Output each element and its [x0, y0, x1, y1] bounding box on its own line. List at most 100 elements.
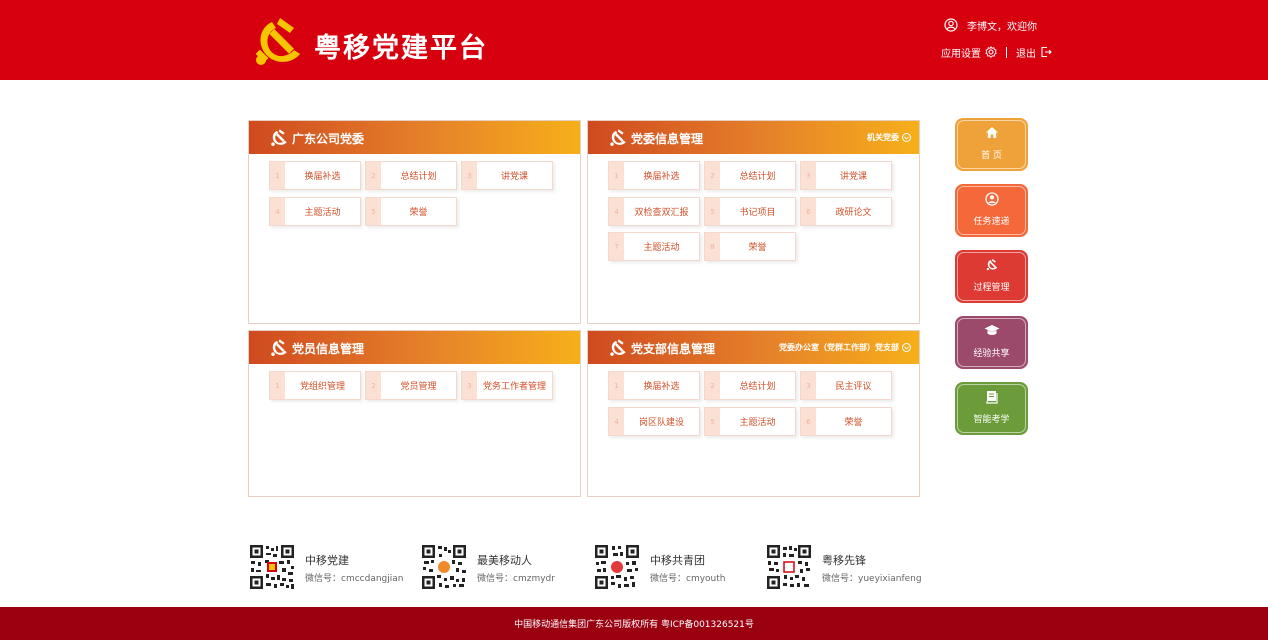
qr-name: 中移共青团: [650, 554, 705, 567]
item-number: 7: [609, 233, 624, 260]
item-label: 荣誉: [409, 208, 428, 218]
panel-item[interactable]: 1 换届补选: [608, 371, 700, 400]
logout-label: 退出: [1016, 48, 1036, 60]
panel-item[interactable]: 8 荣誉: [704, 232, 796, 261]
panel-item[interactable]: 6 政研论文: [800, 197, 892, 226]
item-number: 2: [705, 372, 720, 399]
panel-item[interactable]: 7 主题活动: [608, 232, 700, 261]
item-label: 民主评议: [835, 382, 872, 392]
logout-icon: [1041, 46, 1052, 58]
item-number: 6: [801, 198, 816, 225]
item-number: 2: [705, 162, 720, 189]
panel-party-branch-info: 党支部信息管理 党委办公室（党群工作部）党支部 1 换届补选 2 总结计划 3 民主评…: [587, 330, 920, 497]
item-label: 党员管理: [400, 382, 437, 392]
panel-item[interactable]: 5 荣誉: [365, 197, 457, 226]
party-emblem-logo: [255, 18, 300, 65]
side-nav-experience[interactable]: 经验共享: [955, 316, 1028, 369]
committee-selector[interactable]: 机关党委: [867, 132, 911, 143]
item-number: 3: [462, 372, 477, 399]
chevron-down-icon: [902, 343, 911, 352]
item-number: 4: [270, 198, 285, 225]
party-emblem-icon: [955, 258, 1028, 271]
panel-item[interactable]: 6 荣誉: [800, 407, 892, 436]
qr-name: 粤移先锋: [822, 554, 866, 567]
item-number: 1: [270, 372, 285, 399]
item-number: 5: [366, 198, 381, 225]
user-icon: [944, 18, 958, 32]
panel-item[interactable]: 2 总结计划: [704, 371, 796, 400]
item-label: 主题活动: [304, 208, 341, 218]
side-nav-process[interactable]: 过程管理: [955, 250, 1028, 303]
panel-item[interactable]: 4 岗区队建设: [608, 407, 700, 436]
side-nav-label: 首 页: [981, 151, 1002, 161]
item-number: 8: [705, 233, 720, 260]
item-label: 荣誉: [748, 243, 767, 253]
link-separator: [1006, 46, 1007, 58]
panel-header: 广东公司党委: [249, 121, 580, 154]
branch-selector[interactable]: 党委办公室（党群工作部）党支部: [779, 342, 911, 353]
side-nav-exam[interactable]: 智能考学: [955, 382, 1028, 435]
item-label: 荣誉: [844, 418, 863, 428]
user-icon: [955, 192, 1028, 206]
item-number: 5: [705, 408, 720, 435]
item-number: 2: [366, 162, 381, 189]
panel-item[interactable]: 3 党务工作者管理: [461, 371, 553, 400]
panel-item[interactable]: 5 书记项目: [704, 197, 796, 226]
panel-item[interactable]: 4 主题活动: [269, 197, 361, 226]
logout-link[interactable]: 退出: [1016, 45, 1052, 60]
panel-item[interactable]: 1 换届补选: [269, 161, 361, 190]
selector-label: 党委办公室（党群工作部）党支部: [779, 343, 899, 352]
panel-item[interactable]: 3 讲党课: [800, 161, 892, 190]
chevron-down-icon: [902, 133, 911, 142]
item-label: 主题活动: [739, 418, 776, 428]
item-label: 总结计划: [400, 172, 437, 182]
qr-code-icon: [249, 544, 295, 590]
home-icon: [955, 126, 1028, 139]
panel-item[interactable]: 5 主题活动: [704, 407, 796, 436]
panel-title: 党委信息管理: [631, 132, 704, 146]
side-nav-tasks[interactable]: 任务速递: [955, 184, 1028, 237]
item-number: 4: [609, 408, 624, 435]
settings-link[interactable]: 应用设置: [941, 45, 997, 60]
panel-item[interactable]: 2 党员管理: [365, 371, 457, 400]
item-label: 岗区队建设: [638, 418, 684, 428]
user-welcome: 李博文，欢迎你: [944, 16, 1037, 34]
item-label: 换届补选: [304, 172, 341, 182]
panel-item[interactable]: 3 民主评议: [800, 371, 892, 400]
panel-guangdong-party-committee: 广东公司党委 1 换届补选 2 总结计划 3 讲党课 4 主题活动 5 荣誉: [248, 120, 581, 324]
graduation-cap-icon: [955, 324, 1028, 337]
panel-item[interactable]: 2 总结计划: [365, 161, 457, 190]
side-nav-label: 任务速递: [973, 217, 1010, 227]
site-title: 粤移党建平台: [314, 33, 488, 64]
item-number: 3: [462, 162, 477, 189]
panel-header: 党委信息管理 机关党委: [588, 121, 919, 154]
item-number: 3: [801, 372, 816, 399]
side-nav-home[interactable]: 首 页: [955, 118, 1028, 171]
panel-header: 党支部信息管理 党委办公室（党群工作部）党支部: [588, 331, 919, 364]
header-links: 应用设置 退出: [941, 44, 1052, 60]
party-emblem-icon: [610, 339, 626, 356]
book-icon: [955, 390, 1028, 404]
qr-wechat-id: 微信号：cmzmydr: [477, 574, 555, 584]
panel-party-member-info: 党员信息管理 1 党组织管理 2 党员管理 3 党务工作者管理: [248, 330, 581, 497]
item-label: 换届补选: [643, 382, 680, 392]
item-label: 讲党课: [500, 172, 528, 182]
panel-item[interactable]: 1 换届补选: [608, 161, 700, 190]
item-label: 双检查双汇报: [634, 208, 689, 218]
panel-item[interactable]: 4 双检查双汇报: [608, 197, 700, 226]
welcome-text: 李博文，欢迎你: [967, 21, 1037, 33]
item-label: 党务工作者管理: [482, 382, 546, 392]
settings-label: 应用设置: [941, 48, 981, 60]
qr-code-icon: [421, 544, 467, 590]
item-number: 2: [366, 372, 381, 399]
panel-title: 广东公司党委: [292, 132, 365, 146]
panel-item[interactable]: 3 讲党课: [461, 161, 553, 190]
item-label: 主题活动: [643, 243, 680, 253]
item-number: 1: [270, 162, 285, 189]
item-number: 1: [609, 372, 624, 399]
panel-item[interactable]: 1 党组织管理: [269, 371, 361, 400]
side-nav-label: 智能考学: [973, 415, 1010, 425]
item-label: 总结计划: [739, 382, 776, 392]
panel-item[interactable]: 2 总结计划: [704, 161, 796, 190]
footer-bar: 中国移动通信集团广东公司版权所有 粤ICP备001326521号: [0, 607, 1268, 640]
